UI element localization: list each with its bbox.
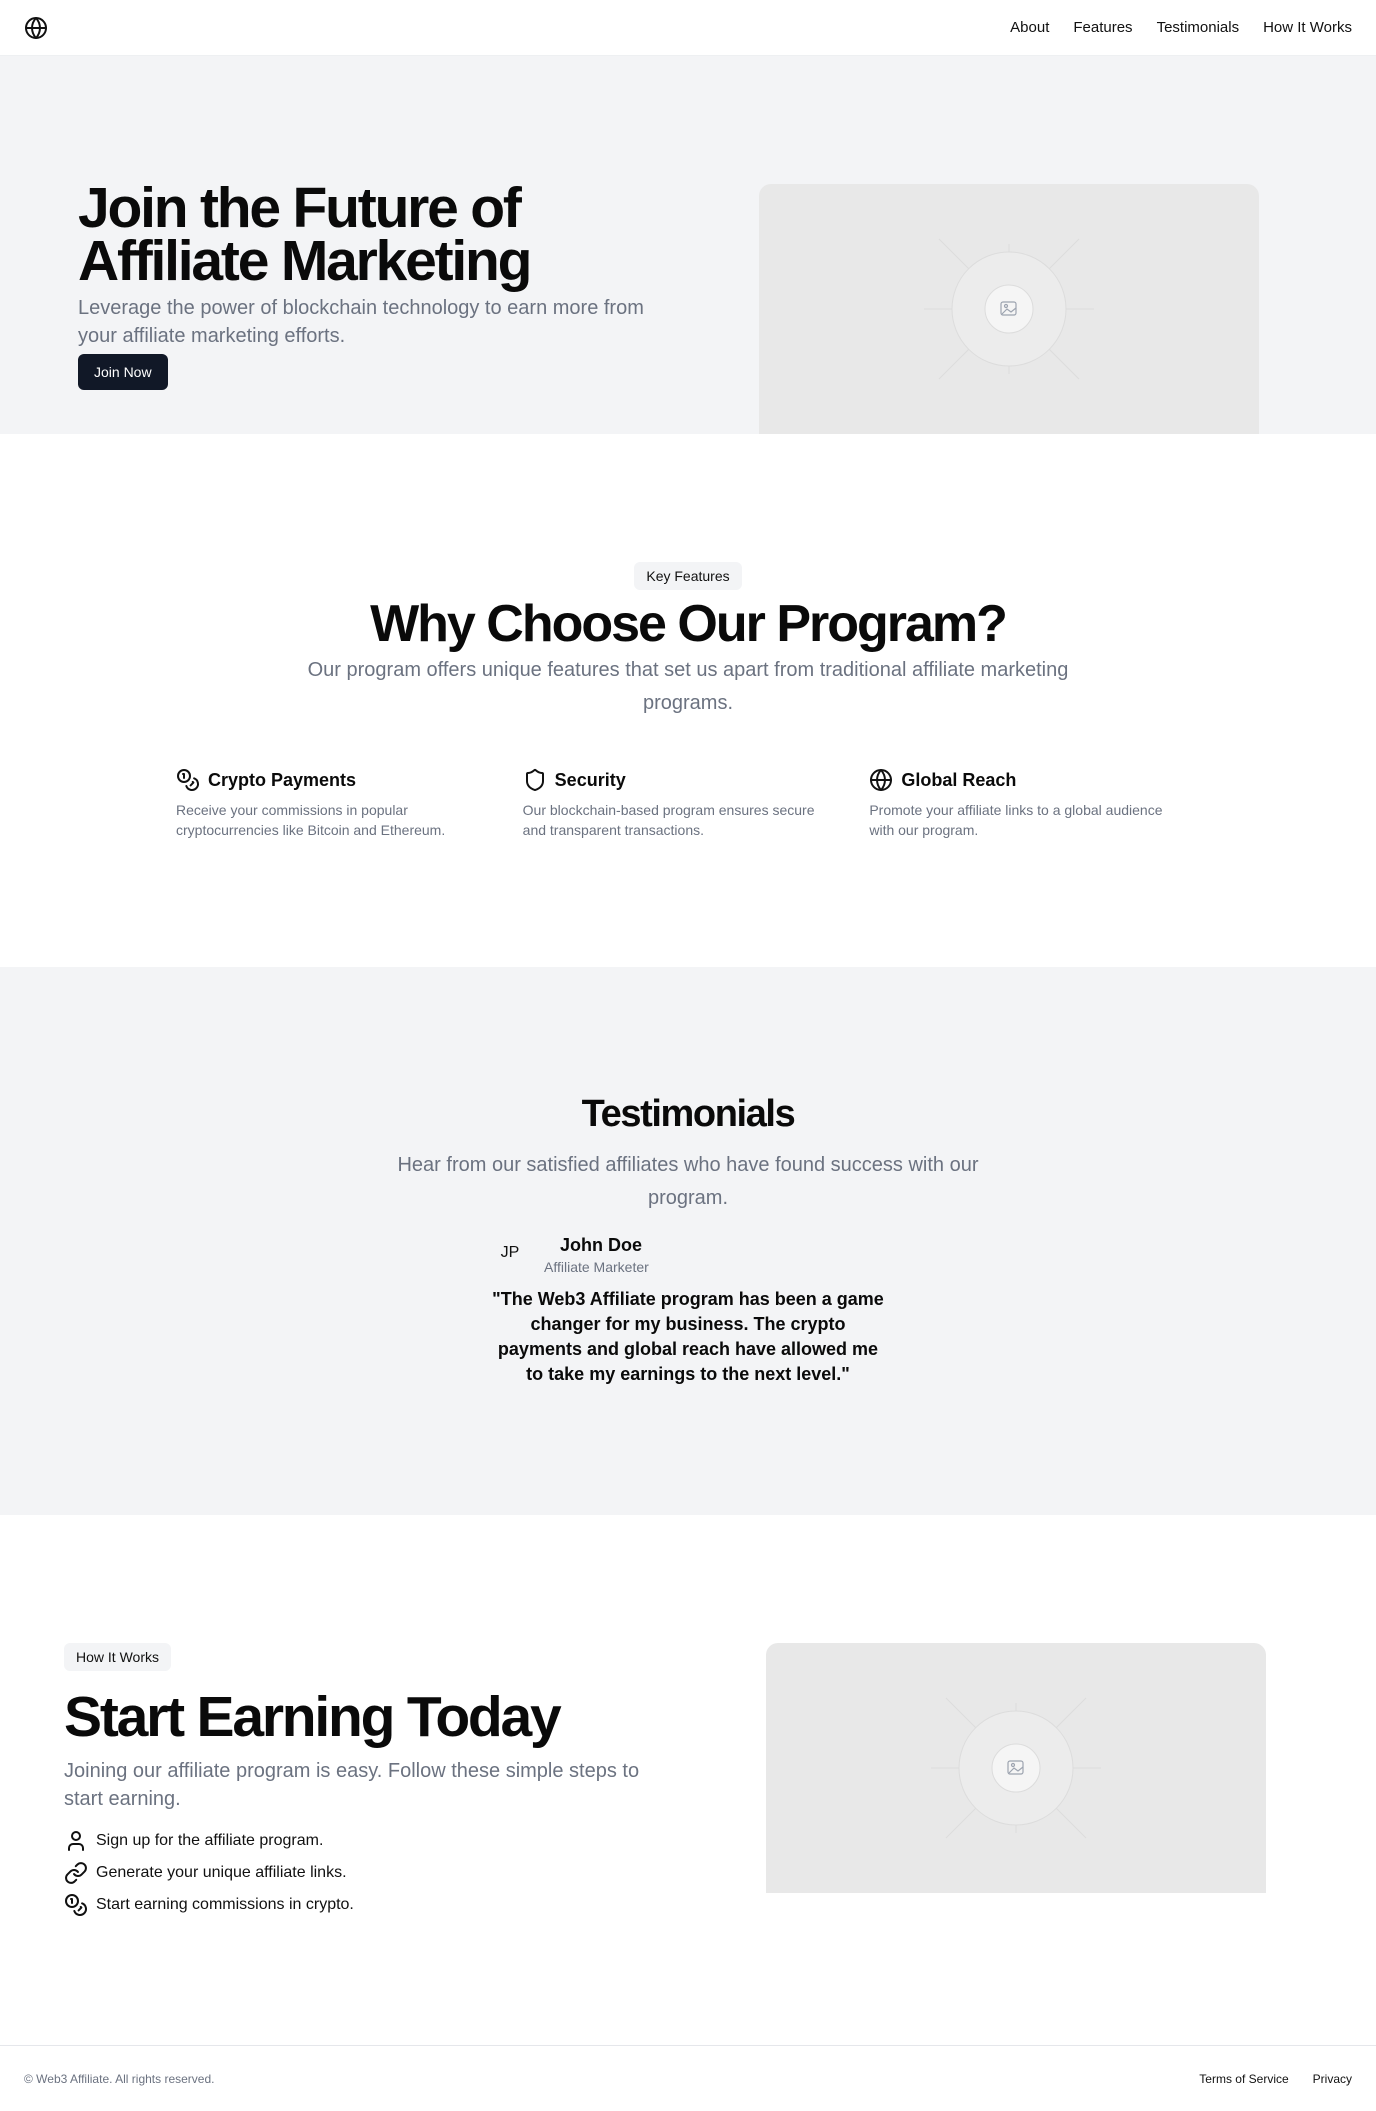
feature-item-security: Security Our blockchain-based program en…	[523, 768, 870, 840]
nav-link-about[interactable]: About	[1010, 19, 1049, 36]
footer-links: Terms of Service Privacy	[1199, 2072, 1352, 2086]
author-role: Affiliate Marketer	[544, 1259, 649, 1275]
testimonial-card: JP John Doe Affiliate Marketer "The Web3…	[490, 1233, 886, 1387]
nav-link-testimonials[interactable]: Testimonials	[1157, 19, 1240, 36]
feature-name: Security	[554, 769, 626, 790]
author-name: John Doe	[559, 1235, 642, 1255]
testimonials-title: Testimonials	[581, 1093, 796, 1135]
testimonials-section: Testimonials Hear from our satisfied aff…	[0, 967, 1376, 1515]
step-item: Sign up for the affiliate program.	[64, 1825, 684, 1857]
link-icon	[64, 1861, 88, 1885]
feature-header: Crypto Payments	[176, 768, 523, 792]
footer-link-terms[interactable]: Terms of Service	[1199, 2072, 1288, 2086]
feature-header: Security	[523, 768, 870, 792]
nav-link-features[interactable]: Features	[1073, 19, 1132, 36]
how-subtitle: Joining our affiliate program is easy. F…	[64, 1760, 640, 1810]
feature-item-crypto-payments: Crypto Payments Receive your commissions…	[176, 768, 523, 840]
top-navbar: About Features Testimonials How It Works	[0, 0, 1376, 56]
feature-name: Crypto Payments	[208, 769, 357, 790]
testimonial-quote: "The Web3 Affiliate program has been a g…	[492, 1289, 884, 1384]
how-text: How It Works Start Earning Today Joining…	[64, 1643, 684, 1921]
features-badge-wrap: Key Features	[0, 562, 1376, 590]
image-placeholder-icon	[924, 238, 1094, 380]
feature-item-global-reach: Global Reach Promote your affiliate link…	[869, 768, 1216, 840]
how-it-works-section: How It Works Start Earning Today Joining…	[0, 1515, 1376, 2045]
nav-link-how-it-works[interactable]: How It Works	[1263, 19, 1352, 36]
step-item: Generate your unique affiliate links.	[64, 1857, 684, 1889]
copyright-text: © Web3 Affiliate. All rights reserved.	[24, 2071, 215, 2086]
step-text: Sign up for the affiliate program.	[96, 1832, 324, 1849]
testimonials-subtitle: Hear from our satisfied affiliates who h…	[397, 1154, 979, 1209]
coins-icon	[176, 768, 200, 792]
feature-description: Our blockchain-based program ensures sec…	[522, 802, 815, 838]
feature-description: Receive your commissions in popular cryp…	[176, 802, 446, 838]
features-section: Key Features Why Choose Our Program? Our…	[0, 434, 1376, 967]
features-grid: Crypto Payments Receive your commissions…	[176, 768, 1216, 840]
hero-text: Join the Future of Affiliate Marketing L…	[78, 176, 678, 390]
globe-icon[interactable]	[24, 16, 48, 40]
hero-image-placeholder	[759, 184, 1259, 434]
how-image-placeholder	[766, 1643, 1266, 1893]
step-item: Start earning commissions in crypto.	[64, 1889, 684, 1921]
globe-icon	[869, 768, 893, 792]
how-title: Start Earning Today	[64, 1685, 562, 1749]
step-text: Start earning commissions in crypto.	[96, 1896, 354, 1913]
shield-icon	[523, 768, 547, 792]
coins-icon	[64, 1893, 88, 1917]
hero-section: Join the Future of Affiliate Marketing L…	[0, 56, 1376, 434]
image-placeholder-icon	[931, 1697, 1101, 1839]
hero-subtitle: Leverage the power of blockchain technol…	[78, 297, 644, 347]
features-subtitle: Our program offers unique features that …	[307, 659, 1069, 714]
feature-header: Global Reach	[869, 768, 1216, 792]
step-text: Generate your unique affiliate links.	[96, 1864, 347, 1881]
footer: © Web3 Affiliate. All rights reserved. T…	[0, 2045, 1376, 2111]
features-badge: Key Features	[634, 562, 742, 590]
author-info: John Doe Affiliate Marketer	[544, 1233, 658, 1277]
feature-name: Global Reach	[901, 769, 1017, 790]
user-icon	[64, 1829, 88, 1853]
feature-description: Promote your affiliate links to a global…	[869, 802, 1163, 838]
features-title: Why Choose Our Program?	[370, 595, 1008, 653]
testimonial-author: JP John Doe Affiliate Marketer	[490, 1233, 886, 1277]
nav-links: About Features Testimonials How It Works	[1010, 19, 1352, 36]
avatar: JP	[500, 1244, 520, 1261]
hero-title: Join the Future of Affiliate Marketing	[78, 176, 532, 293]
join-now-button[interactable]: Join Now	[78, 354, 168, 390]
footer-link-privacy[interactable]: Privacy	[1313, 2072, 1352, 2086]
how-badge: How It Works	[64, 1643, 171, 1671]
steps-list: Sign up for the affiliate program. Gener…	[64, 1825, 684, 1921]
